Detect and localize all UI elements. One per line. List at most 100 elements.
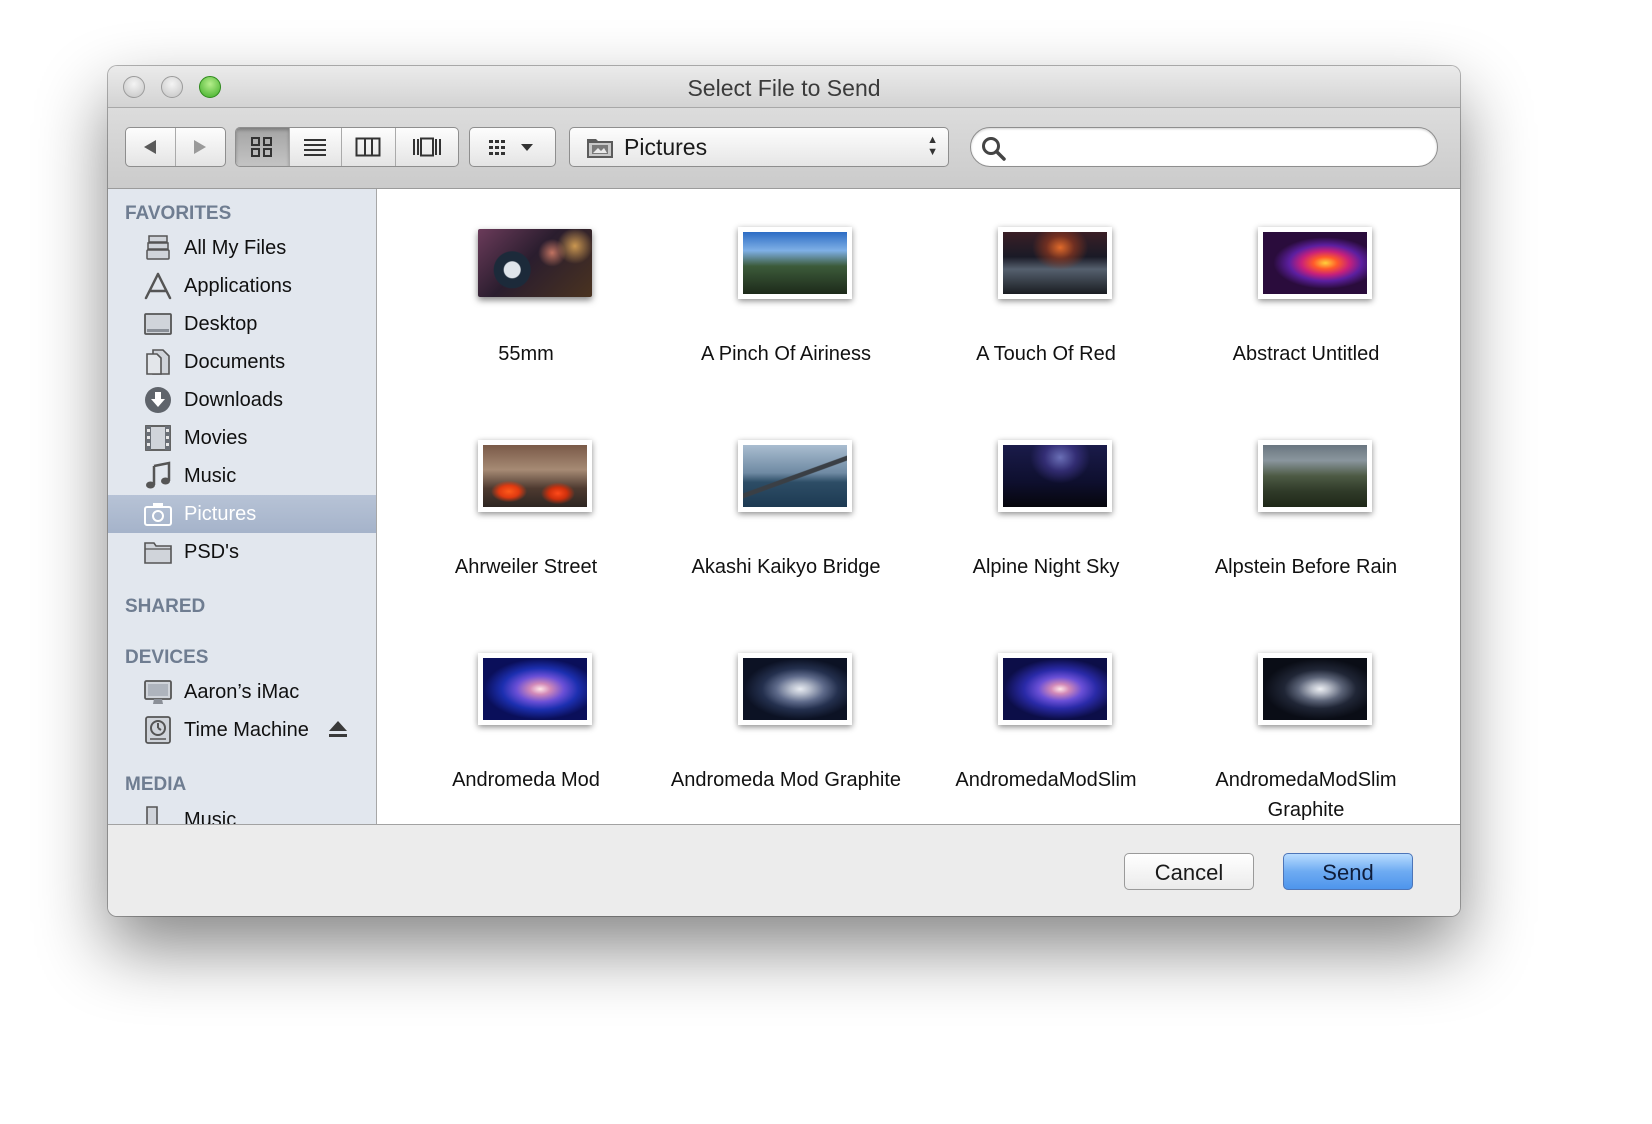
arrange-button-inner [470, 128, 555, 166]
search-input[interactable] [1013, 132, 1427, 164]
file-name: AndromedaModSlim Graphite [1215, 769, 1397, 821]
sidebar-item-label: Documents [184, 351, 286, 373]
sidebar-item-aarons-imac[interactable]: Aaron’s iMac [108, 673, 376, 711]
imac-icon [144, 680, 172, 704]
back-arrow-icon [144, 140, 157, 154]
icon-view-button[interactable] [236, 128, 290, 166]
file-tile[interactable]: Akashi Kaikyo Bridge [656, 402, 916, 615]
back-button[interactable] [126, 128, 176, 166]
sidebar-item-desktop[interactable]: Desktop [108, 305, 376, 343]
file-tile[interactable]: Andromeda Mod [396, 615, 656, 824]
file-name: Akashi Kaikyo Bridge [691, 556, 881, 578]
sidebar-item-pictures[interactable]: Pictures [108, 495, 376, 533]
search-field[interactable] [970, 127, 1438, 167]
forward-button[interactable] [176, 128, 226, 166]
sidebar: FAVORITES All My Files Applications Desk… [108, 189, 377, 824]
pictures-folder-icon [587, 139, 613, 158]
cover-flow-view-icon [412, 137, 441, 157]
sidebar-item-label: PSD's [184, 541, 239, 563]
file-thumbnail [998, 440, 1112, 512]
back-forward-control [125, 127, 226, 167]
file-tile[interactable]: Abstract Untitled [1176, 189, 1436, 402]
shared-header: SHARED [125, 596, 206, 617]
icon-view-icon [251, 137, 273, 157]
file-tile[interactable]: Ahrweiler Street [396, 402, 656, 615]
file-name: AndromedaModSlim [955, 769, 1137, 791]
window-title: Select File to Send [687, 75, 881, 101]
sidebar-item-label: Movies [184, 427, 248, 449]
sidebar-item-label: Applications [184, 275, 292, 297]
sidebar-item-music[interactable]: Music [108, 457, 376, 495]
sidebar-item-applications[interactable]: Applications [108, 267, 376, 305]
location-label: Pictures [624, 134, 708, 160]
time-machine-icon [145, 716, 171, 744]
music-folder-icon [146, 806, 158, 824]
file-dialog-window: Select File to Send Pictures ▲ ▼ FAVORIT… [108, 66, 1460, 916]
file-browser-content: 55mm A Pinch Of Airiness A Touch Of Red … [377, 189, 1460, 824]
favorites-header: FAVORITES [125, 203, 232, 224]
documents-icon [146, 349, 170, 375]
pictures-icon [144, 503, 172, 526]
sidebar-item-documents[interactable]: Documents [108, 343, 376, 381]
dialog-footer: Cancel Send [108, 824, 1460, 916]
cover-flow-view-button[interactable] [396, 128, 458, 166]
file-thumbnail [998, 227, 1112, 299]
location-popup[interactable]: Pictures ▲ ▼ [569, 127, 949, 167]
view-mode-control [235, 127, 459, 167]
arrange-menu-button[interactable] [469, 127, 556, 167]
file-name: Alpine Night Sky [972, 556, 1120, 578]
file-thumbnail [738, 227, 852, 299]
file-name: Andromeda Mod [452, 769, 600, 791]
file-name: Andromeda Mod Graphite [670, 769, 902, 791]
sidebar-item-label: Pictures [184, 503, 257, 525]
file-tile[interactable]: AndromedaModSlim [916, 615, 1176, 824]
movies-icon [145, 425, 171, 451]
sidebar-item-psds[interactable]: PSD's [108, 533, 376, 571]
media-header: MEDIA [125, 774, 187, 795]
popup-arrows-icon: ▲ ▼ [927, 134, 938, 158]
file-name: A Pinch Of Airiness [700, 343, 872, 365]
file-tile[interactable]: A Pinch Of Airiness [656, 189, 916, 402]
file-name: 55mm [498, 343, 554, 365]
applications-icon [144, 272, 172, 300]
file-tile[interactable]: Alpstein Before Rain [1176, 402, 1436, 615]
sidebar-item-label: Music [184, 809, 237, 824]
all-my-files-icon [146, 235, 170, 260]
file-thumbnail [1258, 440, 1372, 512]
devices-header: DEVICES [125, 647, 209, 668]
desktop-icon [144, 313, 172, 335]
sidebar-item-label: Desktop [184, 313, 258, 335]
sidebar-item-movies[interactable]: Movies [108, 419, 376, 457]
search-icon [982, 137, 1006, 161]
file-name: Abstract Untitled [1232, 343, 1380, 365]
file-thumbnail [998, 653, 1112, 725]
sidebar-item-downloads[interactable]: Downloads [108, 381, 376, 419]
file-thumbnail [1258, 227, 1372, 299]
music-icon [146, 461, 171, 489]
cancel-button[interactable]: Cancel [1124, 853, 1254, 890]
forward-arrow-icon [194, 140, 207, 154]
file-thumbnail [1258, 653, 1372, 725]
eject-icon[interactable] [327, 719, 349, 741]
file-tile[interactable]: Andromeda Mod Graphite [656, 615, 916, 824]
sidebar-item-time-machine[interactable]: Time Machine [108, 711, 376, 749]
file-name: Ahrweiler Street [454, 556, 598, 578]
title-bar: Select File to Send [108, 66, 1460, 108]
list-view-icon [304, 139, 327, 156]
file-tile[interactable]: Alpine Night Sky [916, 402, 1176, 615]
column-view-icon [355, 137, 381, 157]
file-tile[interactable]: AndromedaModSlim Graphite [1176, 615, 1436, 824]
file-thumbnail [478, 440, 592, 512]
sidebar-item-all-my-files[interactable]: All My Files [108, 229, 376, 267]
file-tile[interactable]: A Touch Of Red [916, 189, 1176, 402]
file-thumbnail [738, 653, 852, 725]
file-thumbnail [478, 653, 592, 725]
file-name: Alpstein Before Rain [1214, 556, 1398, 578]
downloads-icon [145, 387, 171, 413]
list-view-button[interactable] [290, 128, 343, 166]
sidebar-item-media-music[interactable]: Music [108, 801, 376, 824]
sidebar-item-label: Music [184, 465, 237, 487]
send-button[interactable]: Send [1283, 853, 1413, 890]
column-view-button[interactable] [342, 128, 396, 166]
file-tile[interactable]: 55mm [396, 189, 656, 402]
